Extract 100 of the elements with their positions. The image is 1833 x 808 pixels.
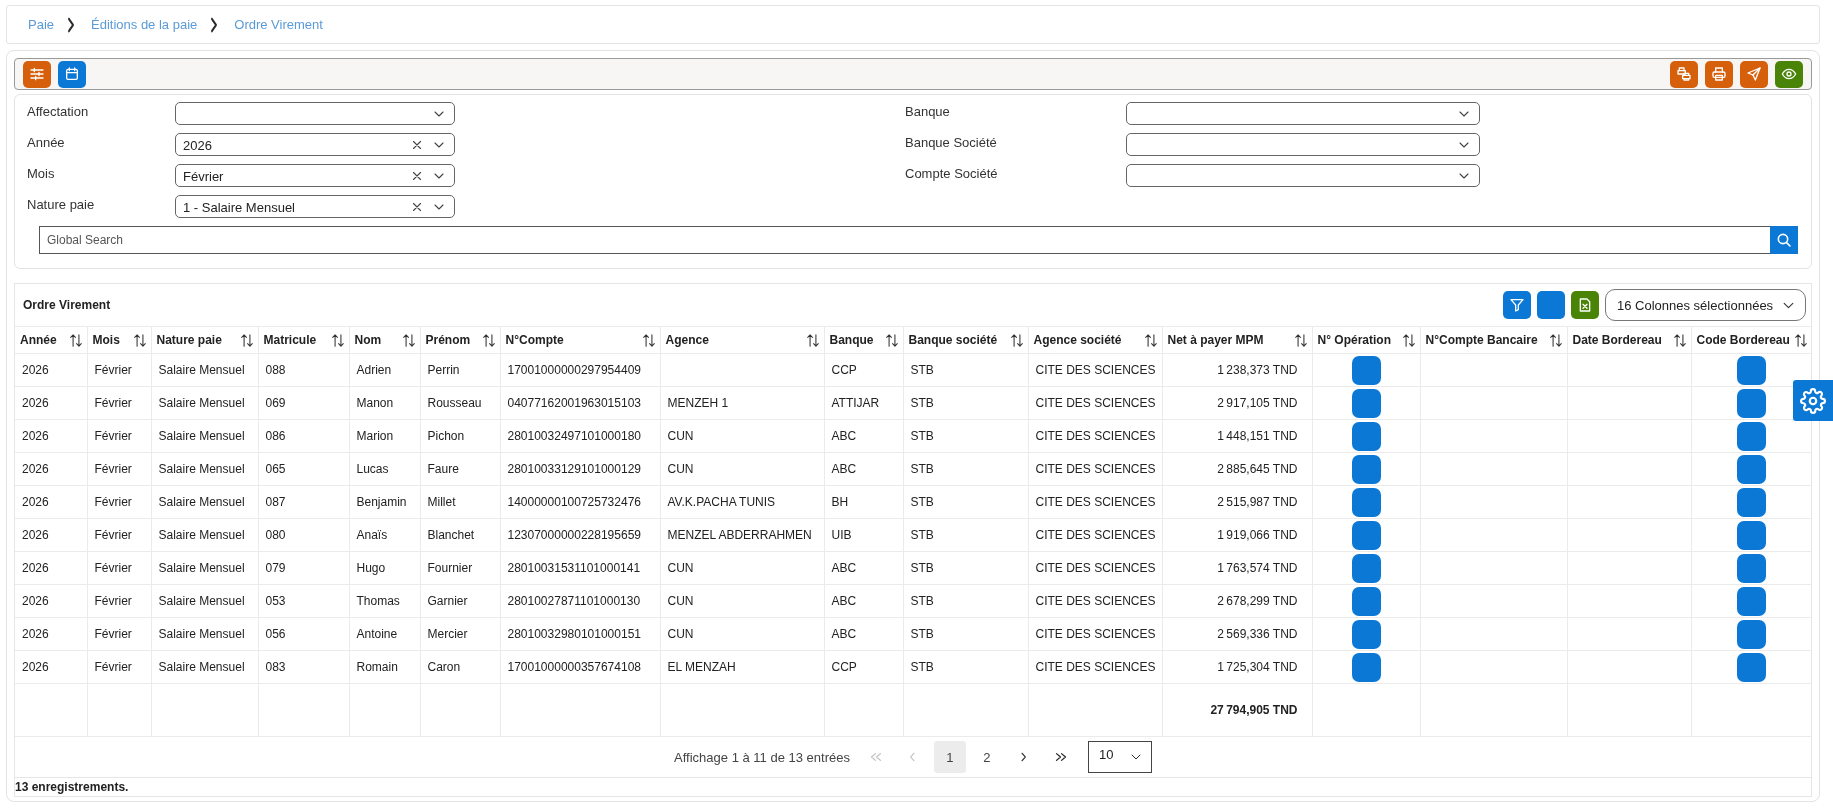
table-cell: 1 919,066 TND: [1162, 518, 1312, 552]
select-field[interactable]: 1 - Salaire Mensuel: [175, 195, 455, 218]
table-cell: Pichon: [420, 419, 500, 453]
sort-icon: [330, 332, 345, 348]
search-button[interactable]: [1770, 226, 1798, 254]
column-header[interactable]: Année: [15, 326, 87, 354]
filter-button[interactable]: [1503, 291, 1531, 319]
column-header[interactable]: Net à payer MPM: [1162, 326, 1312, 354]
column-header[interactable]: Prénom: [420, 326, 500, 354]
preview-button[interactable]: [1775, 60, 1803, 88]
column-header[interactable]: Agence: [660, 326, 824, 354]
column-header[interactable]: Date Bordereau: [1567, 326, 1691, 354]
column-header[interactable]: N°Compte: [500, 326, 660, 354]
column-header[interactable]: N° Opération: [1312, 326, 1420, 354]
table-cell: CITE DES SCIENCES: [1028, 551, 1162, 585]
field-label: Nature paie: [27, 197, 95, 212]
table-cell: STB: [903, 617, 1028, 651]
select-field[interactable]: [1126, 164, 1480, 187]
row-action-button[interactable]: [1351, 520, 1381, 550]
row-action-button[interactable]: [1351, 421, 1381, 451]
column-header[interactable]: Matricule: [258, 326, 349, 354]
row-action-button[interactable]: [1736, 388, 1766, 418]
table-cell: 04077162001963015103: [500, 386, 660, 420]
row-action-button[interactable]: [1736, 487, 1766, 517]
column-header[interactable]: Code Bordereau: [1691, 326, 1811, 354]
field-label: Compte Société: [905, 166, 998, 181]
column-picker[interactable]: 16 Colonnes sélectionnées: [1605, 289, 1806, 321]
page-size-select[interactable]: 10: [1087, 741, 1152, 773]
table-cell: 17001000000297954409: [500, 353, 660, 387]
table-cell: Rousseau: [420, 386, 500, 420]
select-field[interactable]: 2026: [175, 133, 455, 156]
table-cell: CITE DES SCIENCES: [1028, 518, 1162, 552]
table-cell: Février: [87, 584, 151, 618]
table-cell: 2026: [15, 485, 87, 519]
row-action-button[interactable]: [1736, 454, 1766, 484]
batch-print-button[interactable]: [1670, 60, 1698, 88]
column-header[interactable]: Agence société: [1028, 326, 1162, 354]
row-action-button[interactable]: [1351, 487, 1381, 517]
column-header[interactable]: Nature paie: [151, 326, 258, 354]
select-field[interactable]: [1126, 133, 1480, 156]
row-action-button[interactable]: [1351, 619, 1381, 649]
field-label: Banque: [905, 104, 950, 119]
excel-export-button[interactable]: [1571, 291, 1599, 319]
sliders-icon: [29, 66, 45, 82]
table-cell: 2 515,987 TND: [1162, 485, 1312, 519]
row-action-button[interactable]: [1351, 586, 1381, 616]
table-cell: 17001000000357674108: [500, 650, 660, 684]
select-field[interactable]: Février: [175, 164, 455, 187]
row-action-button[interactable]: [1351, 454, 1381, 484]
row-action-button[interactable]: [1736, 619, 1766, 649]
page-button[interactable]: 2: [970, 741, 1003, 773]
calendar-button[interactable]: [58, 60, 86, 88]
column-header[interactable]: Mois: [87, 326, 151, 354]
table-cell: Février: [87, 386, 151, 420]
table-cell: Fournier: [420, 551, 500, 585]
toolbar-button[interactable]: [1537, 291, 1565, 319]
clear-icon[interactable]: [411, 138, 423, 151]
page-button[interactable]: 1: [933, 741, 966, 773]
column-header[interactable]: Banque société: [903, 326, 1028, 354]
table-cell: 083: [258, 650, 349, 684]
table-cell: Lucas: [349, 452, 420, 486]
select-field[interactable]: [1126, 102, 1480, 125]
print-button[interactable]: [1705, 60, 1733, 88]
clear-icon[interactable]: [411, 200, 423, 213]
column-header[interactable]: Nom: [349, 326, 420, 354]
gear-icon: [1800, 387, 1826, 414]
row-action-button[interactable]: [1736, 421, 1766, 451]
table-cell: 087: [258, 485, 349, 519]
table-cell: 2 678,299 TND: [1162, 584, 1312, 618]
column-header[interactable]: N°Compte Bancaire: [1420, 326, 1567, 354]
row-action-button[interactable]: [1736, 520, 1766, 550]
select-field[interactable]: [175, 102, 455, 125]
table-cell: 12307000000228195659: [500, 518, 660, 552]
filters-button[interactable]: [23, 60, 51, 88]
table-cell: CUN: [660, 452, 824, 486]
table-cell: Antoine: [349, 617, 420, 651]
table-cell: STB: [903, 584, 1028, 618]
clear-icon[interactable]: [411, 169, 423, 182]
send-button[interactable]: [1740, 60, 1768, 88]
sort-icon: [805, 332, 820, 348]
table-cell: Février: [87, 518, 151, 552]
settings-button[interactable]: [1793, 380, 1833, 421]
table-cell: Salaire Mensuel: [151, 485, 258, 519]
row-action-button[interactable]: [1736, 586, 1766, 616]
table-cell: STB: [903, 551, 1028, 585]
row-action-button[interactable]: [1351, 388, 1381, 418]
table-cell: 2026: [15, 452, 87, 486]
column-header[interactable]: Banque: [824, 326, 903, 354]
row-action-button[interactable]: [1351, 355, 1381, 385]
table-cell: AV.K.PACHA TUNIS: [660, 485, 824, 519]
table-cell: EL MENZAH: [660, 650, 824, 684]
row-action-button[interactable]: [1736, 553, 1766, 583]
row-action-button[interactable]: [1736, 355, 1766, 385]
row-action-button[interactable]: [1351, 652, 1381, 682]
sort-icon: [884, 332, 899, 348]
row-action-button[interactable]: [1351, 553, 1381, 583]
field-label: Affectation: [27, 104, 89, 119]
row-action-button[interactable]: [1736, 652, 1766, 682]
search-field[interactable]: Global Search: [39, 226, 1770, 254]
table-cell: Salaire Mensuel: [151, 650, 258, 684]
